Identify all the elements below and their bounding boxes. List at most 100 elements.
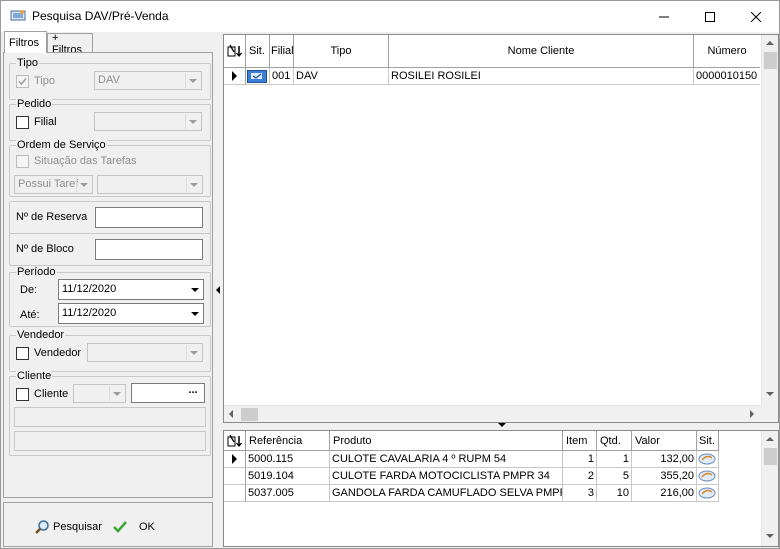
filial-checkbox[interactable]	[16, 116, 29, 129]
group-periodo: Período De: 11/12/2020 Até: 11/12/2020	[9, 266, 211, 327]
dav-row-cliente-value: ROSILEI ROSILEI	[391, 70, 481, 82]
items-grid-vscroll-thumb[interactable]	[764, 448, 777, 465]
chevron-down-icon	[187, 305, 202, 322]
item-row-qtd[interactable]: 1	[597, 451, 632, 468]
col-valor[interactable]: Valor	[632, 431, 697, 451]
col-item[interactable]: Item	[563, 431, 597, 451]
item-row-status[interactable]	[697, 485, 719, 502]
cliente-lookup-button[interactable]: ...	[183, 385, 203, 400]
item-row-ref[interactable]: 5037.005	[246, 485, 330, 502]
current-row-icon	[232, 71, 237, 81]
item-produto-value: GANDOLA FARDA CAMUFLADO SELVA PMPR	[332, 487, 563, 499]
item-row-status[interactable]	[697, 451, 719, 468]
group-tipo-label: Tipo	[16, 57, 39, 69]
cliente-type-select[interactable]	[73, 384, 126, 403]
item-row-item[interactable]: 3	[563, 485, 597, 502]
chevron-down-icon	[186, 345, 201, 360]
dav-row-tipo[interactable]: DAV	[294, 68, 389, 85]
vendedor-select[interactable]	[87, 343, 203, 362]
tarefa-select[interactable]	[97, 175, 203, 194]
tipo-select[interactable]: DAV	[94, 71, 202, 90]
situacao-tarefas-checkbox[interactable]	[16, 155, 29, 168]
col-filial[interactable]: Filial	[270, 35, 294, 68]
item-row-valor[interactable]: 355,20	[632, 468, 697, 485]
item-row-status[interactable]	[697, 468, 719, 485]
item-row-indicator[interactable]	[224, 451, 246, 468]
col-item-sit[interactable]: Sit.	[697, 431, 719, 451]
date-de-picker[interactable]: 11/12/2020	[58, 279, 204, 300]
scroll-corner	[761, 405, 778, 422]
collapse-left-icon[interactable]	[216, 286, 220, 294]
group-reserva: Nº de Reserva	[9, 201, 211, 234]
date-ate-picker[interactable]: 11/12/2020	[58, 303, 204, 324]
item-row-item[interactable]: 1	[563, 451, 597, 468]
item-row-qtd[interactable]: 5	[597, 468, 632, 485]
dav-row-filial[interactable]: 001	[270, 68, 294, 85]
minimize-button[interactable]	[641, 1, 687, 32]
dav-grid-vscroll-thumb[interactable]	[764, 52, 777, 69]
group-periodo-label: Período	[16, 266, 57, 278]
col-numero[interactable]: Número	[694, 35, 760, 68]
tipo-checkbox[interactable]	[16, 75, 29, 88]
cliente-checkbox[interactable]	[16, 388, 29, 401]
col-produto[interactable]: Produto	[330, 431, 563, 451]
item-row-produto[interactable]: CULOTE CAVALARIA 4 º RUPM 54	[330, 451, 563, 468]
possui-tarefa-select[interactable]: Possui Taref	[14, 175, 93, 194]
cliente-info-field	[14, 431, 206, 451]
item-row-valor[interactable]: 132,00	[632, 451, 697, 468]
chevron-down-icon	[109, 386, 124, 401]
dav-grid-hscroll-thumb[interactable]	[241, 408, 258, 421]
dav-row-cliente[interactable]: ROSILEI ROSILEI	[389, 68, 694, 85]
item-ref-value: 5019.104	[248, 470, 294, 482]
checkmark-icon	[18, 78, 27, 86]
item-row-ref[interactable]: 5000.115	[246, 451, 330, 468]
filial-select[interactable]	[94, 112, 202, 131]
dav-grid-vscrollbar[interactable]	[761, 35, 778, 405]
col-referencia[interactable]: Referência	[246, 431, 330, 451]
item-row-indicator[interactable]	[224, 468, 246, 485]
item-row-item[interactable]: 2	[563, 468, 597, 485]
dav-row-status[interactable]	[246, 68, 270, 85]
items-grid-vscrollbar[interactable]	[761, 431, 778, 546]
group-ordem-label: Ordem de Serviço	[16, 139, 107, 151]
window-title: Pesquisa DAV/Pré-Venda	[32, 9, 169, 23]
item-row-qtd[interactable]: 10	[597, 485, 632, 502]
col-tipo[interactable]: Tipo	[294, 35, 389, 68]
collapse-down-icon[interactable]	[498, 423, 506, 427]
cliente-code-input[interactable]: ...	[131, 383, 205, 403]
item-row-ref[interactable]: 5019.104	[246, 468, 330, 485]
col-item-label: Item	[566, 434, 588, 447]
row-indicator[interactable]	[224, 68, 246, 85]
vendedor-checkbox[interactable]	[16, 347, 29, 360]
scroll-up-icon[interactable]	[766, 437, 774, 441]
col-qtd[interactable]: Qtd.	[597, 431, 632, 451]
item-valor-value: 132,00	[660, 453, 694, 465]
dav-row-numero[interactable]: 0000010150	[694, 68, 760, 85]
close-button[interactable]	[733, 1, 779, 32]
item-row-indicator[interactable]	[224, 485, 246, 502]
col-sit[interactable]: Sit.	[246, 35, 270, 68]
tab-mais-filtros[interactable]: + Filtros	[47, 32, 93, 56]
col-nome-cliente[interactable]: Nome Cliente	[389, 35, 694, 68]
scroll-right-icon[interactable]	[750, 410, 754, 418]
item-row-produto[interactable]: GANDOLA FARDA CAMUFLADO SELVA PMPR	[330, 485, 563, 502]
scroll-down-icon[interactable]	[766, 534, 774, 538]
scroll-up-icon[interactable]	[766, 41, 774, 45]
grid-options-button[interactable]	[224, 35, 246, 68]
search-button[interactable]: Pesquisar	[34, 519, 102, 535]
scroll-left-icon[interactable]	[229, 410, 233, 418]
items-grid-options-button[interactable]	[224, 431, 246, 451]
dav-grid-hscrollbar[interactable]	[224, 405, 761, 422]
maximize-button[interactable]	[687, 1, 733, 32]
item-row-produto[interactable]: CULOTE FARDA MOTOCICLISTA PMPR 34	[330, 468, 563, 485]
item-row-valor[interactable]: 216,00	[632, 485, 697, 502]
scroll-down-icon[interactable]	[766, 392, 774, 396]
chevron-down-icon	[185, 114, 200, 129]
ok-button[interactable]: OK	[112, 519, 155, 535]
bloco-input[interactable]	[95, 239, 203, 260]
item-produto-value: CULOTE CAVALARIA 4 º RUPM 54	[332, 453, 507, 465]
reserva-input[interactable]	[95, 207, 203, 228]
maximize-icon	[705, 11, 715, 22]
search-dav-window: Pesquisa DAV/Pré-Venda Filtros + Filtros…	[0, 0, 780, 549]
tab-filtros[interactable]: Filtros	[4, 31, 47, 53]
